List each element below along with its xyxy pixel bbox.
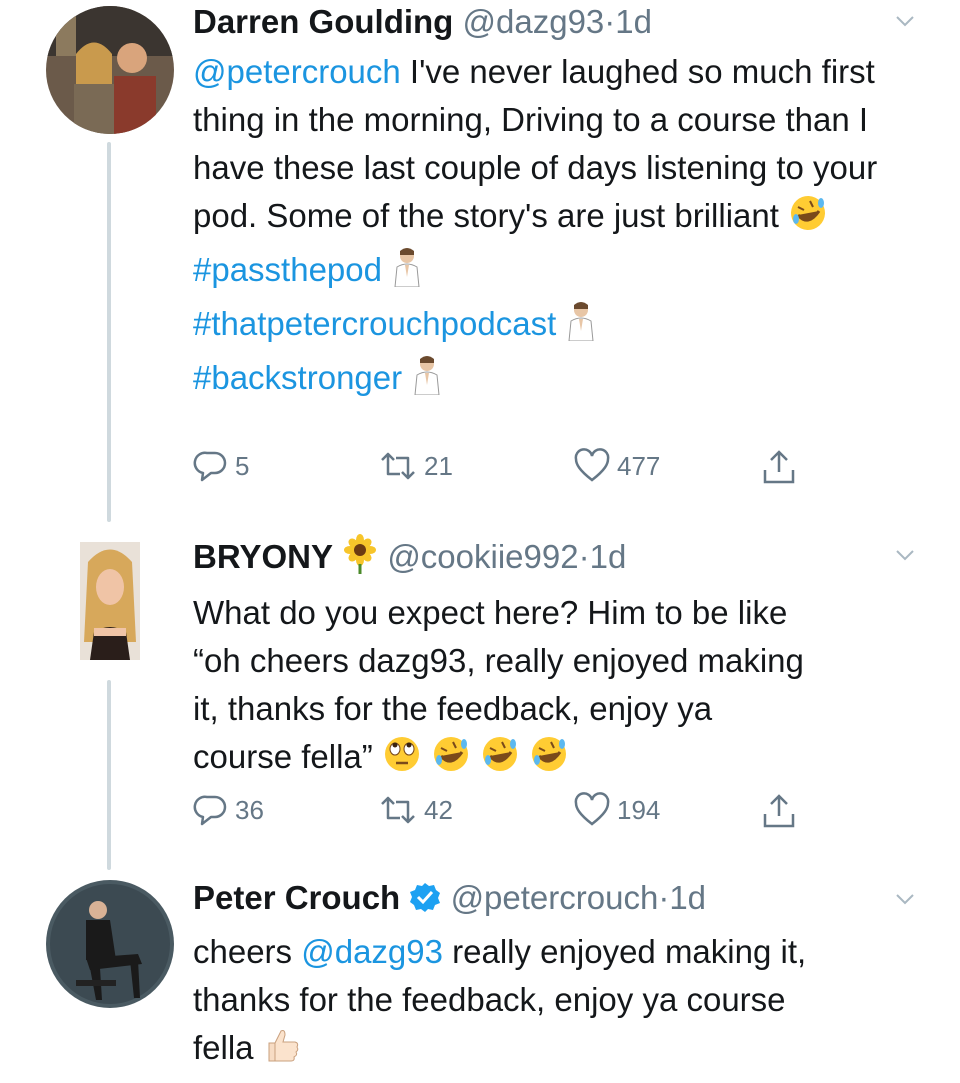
tweet-body-line: course fella” [193,738,373,775]
tweet-body-text: really enjoyed making it, [442,933,807,970]
tweet-header: Darren Goulding @dazg93·1d [193,2,920,42]
eye-roll-emoji [382,734,422,787]
display-name[interactable]: Darren Goulding [193,3,453,40]
praying-man-emoji [411,355,443,408]
rofl-emoji [480,734,520,787]
retweet-button[interactable]: 42 [378,792,453,828]
retweet-button[interactable]: 21 [378,448,453,484]
retweet-count: 42 [424,794,453,825]
heart-icon [574,792,610,826]
tweet-body-text: fella [193,1029,254,1066]
sunflower-emoji [342,534,378,583]
tweet-body-line: What do you expect here? Him to be like [193,594,788,631]
reply-count: 36 [235,794,264,825]
tweet-body-text: cheers [193,933,302,970]
tweet-2[interactable]: BRYONY @cookiie992·1d What do you expect… [0,522,960,862]
hashtag-link[interactable]: #backstronger [193,359,402,396]
display-name[interactable]: Peter Crouch [193,879,400,916]
tweet-body-text: thanks for the feedback, enjoy ya course [193,981,786,1018]
tweet-body-line: “oh cheers dazg93, really enjoyed making [193,642,804,679]
chevron-down-icon[interactable] [894,544,916,566]
chevron-down-icon[interactable] [894,888,916,910]
like-button[interactable]: 477 [573,448,660,484]
tweet-text: cheers @dazg93 really enjoyed making it,… [193,928,920,1078]
tweet-text: What do you expect here? Him to be like … [193,589,920,787]
timestamp[interactable]: 1d [669,879,706,916]
tweet-text: @petercrouch I've never laughed so much … [193,48,920,408]
retweet-icon [381,796,415,824]
mention-link[interactable]: @dazg93 [301,933,443,970]
avatar[interactable] [80,542,140,660]
avatar[interactable] [46,6,174,134]
retweet-icon [381,452,415,480]
reply-button[interactable]: 36 [193,792,264,828]
tweet-header: Peter Crouch @petercrouch·1d [193,878,920,922]
username[interactable]: @dazg93 [463,3,605,40]
share-icon [763,794,795,828]
share-icon [763,450,795,484]
heart-icon [574,448,610,482]
rofl-emoji [788,193,828,246]
share-button[interactable] [761,448,797,486]
reply-icon [193,795,227,826]
separator-dot: · [658,879,670,916]
timestamp[interactable]: 1d [590,538,627,575]
tweet-1[interactable]: Darren Goulding @dazg93·1d @petercrouch … [0,0,960,500]
rofl-emoji [431,734,471,787]
thumbs-up-emoji [263,1025,303,1078]
username[interactable]: @petercrouch [451,879,659,916]
reply-icon [193,451,227,482]
separator-dot: · [604,3,616,40]
tweet-header: BRYONY @cookiie992·1d [193,534,920,583]
rofl-emoji [529,734,569,787]
verified-badge-icon [409,881,441,922]
praying-man-emoji [391,247,423,300]
like-count: 194 [617,794,661,825]
share-button[interactable] [761,792,797,830]
tweet-body-line: it, thanks for the feedback, enjoy ya [193,690,713,727]
reply-button[interactable]: 5 [193,448,249,484]
like-count: 477 [617,450,661,481]
hashtag-link[interactable]: #passthepod [193,251,382,288]
timestamp[interactable]: 1d [615,3,652,40]
like-button[interactable]: 194 [573,792,660,828]
hashtag-link[interactable]: #thatpetercrouchpodcast [193,305,556,342]
separator-dot: · [578,538,590,575]
tweet-3[interactable]: Peter Crouch @petercrouch·1d cheers @daz… [0,862,960,1083]
chevron-down-icon[interactable] [894,10,916,32]
username[interactable]: @cookiie992 [387,538,578,575]
praying-man-emoji [565,301,597,354]
mention-link[interactable]: @petercrouch [193,53,401,90]
reply-count: 5 [235,450,250,481]
avatar[interactable] [46,880,174,1008]
retweet-count: 21 [424,450,453,481]
display-name[interactable]: BRYONY [193,538,333,575]
